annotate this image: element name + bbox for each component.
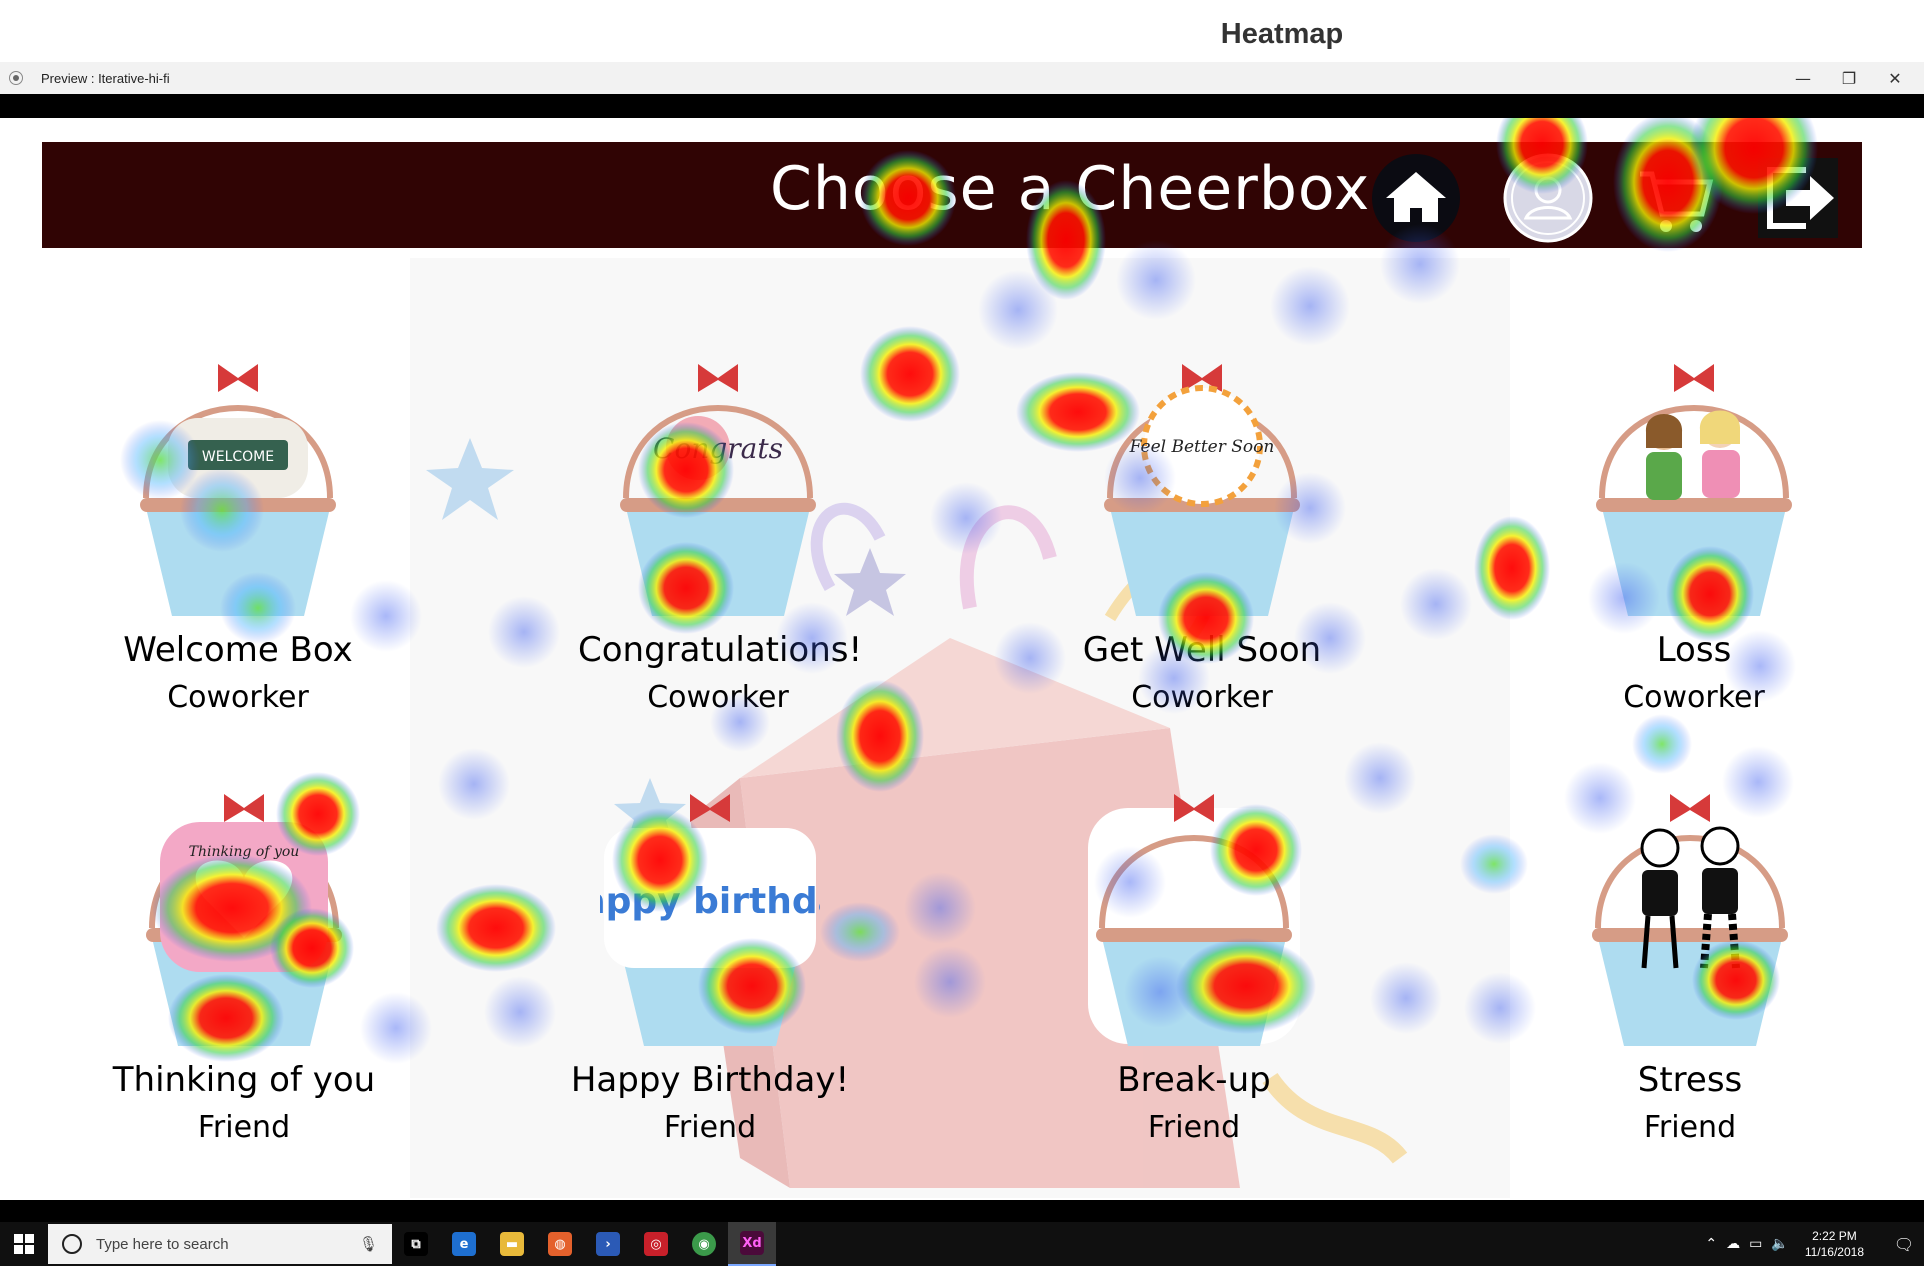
card-title: Loss xyxy=(1656,630,1732,670)
profile-button[interactable] xyxy=(1502,152,1594,244)
card-subtitle: Coworker xyxy=(1623,680,1765,715)
card-welcome-box[interactable]: WELCOME Welcome Box Coworker xyxy=(98,348,378,715)
app-red-icon: ◎ xyxy=(644,1232,668,1256)
onedrive-icon[interactable]: ☁ xyxy=(1726,1236,1740,1252)
badge-text: Congrats xyxy=(653,432,783,465)
card-title: Break-up xyxy=(1117,1060,1271,1100)
card-title: Happy Birthday! xyxy=(570,1060,850,1100)
volume-icon[interactable]: 🔈 xyxy=(1771,1236,1788,1252)
badge-text: Feel Better Soon xyxy=(1129,437,1275,457)
system-tray: ⌃ ☁ ▭ 🔈 2:22 PM 11/16/2018 🗨 xyxy=(1705,1222,1924,1266)
card-subtitle: Coworker xyxy=(1131,680,1273,715)
taskbar-app-edge[interactable]: e xyxy=(440,1222,488,1266)
start-button[interactable] xyxy=(0,1222,48,1266)
card-subtitle: Friend xyxy=(663,1110,757,1145)
basket-image xyxy=(1580,778,1800,1048)
taskbar-app-powershell[interactable]: › xyxy=(584,1222,632,1266)
taskbar-app-orange[interactable]: ◍ xyxy=(536,1222,584,1266)
clock-time: 2:22 PM xyxy=(1812,1229,1857,1243)
home-button[interactable] xyxy=(1370,152,1462,244)
card-happy-birthday[interactable]: happy birthday Happy Birthday! Friend xyxy=(556,778,864,1145)
windows-taskbar: Type here to search 🎙 ⧉ e ▬ ◍ › ◎ ◉ Xd ⌃ xyxy=(0,1200,1924,1266)
page-title: Choose a Cheerbox xyxy=(770,154,1371,224)
card-loss[interactable]: Loss Coworker xyxy=(1554,348,1834,715)
clock-date: 11/16/2018 xyxy=(1804,1245,1864,1259)
card-subtitle: Friend xyxy=(1643,1110,1737,1145)
card-title: Welcome Box xyxy=(123,630,353,670)
basket-image: WELCOME xyxy=(128,348,348,618)
heatmap-title: Heatmap xyxy=(1220,18,1344,50)
logout-icon xyxy=(1758,158,1838,238)
card-subtitle: Coworker xyxy=(167,680,309,715)
card-thinking-of-you[interactable]: Thinking of you Thinking of you Friend xyxy=(104,778,384,1145)
app-canvas: Choose a Cheerbox WELCOME Welcome Box Co… xyxy=(0,118,1924,1200)
badge-text: WELCOME xyxy=(202,449,274,465)
card-subtitle: Friend xyxy=(197,1110,291,1145)
app-header: Choose a Cheerbox xyxy=(42,142,1862,248)
window-top-bar xyxy=(0,94,1924,118)
card-subtitle: Friend xyxy=(1147,1110,1241,1145)
window-title: Preview : Iterative-hi-fi xyxy=(41,70,170,86)
basket-image: Feel Better Soon xyxy=(1092,348,1312,618)
basket-image xyxy=(1084,778,1304,1048)
card-congratulations[interactable]: Congrats Congratulations! Coworker xyxy=(578,348,863,715)
taskbar-app-adobe-xd[interactable]: Xd xyxy=(728,1222,776,1266)
card-stress[interactable]: Stress Friend xyxy=(1550,778,1830,1145)
taskbar-app-chrome[interactable]: ◉ xyxy=(680,1222,728,1266)
powershell-icon: › xyxy=(596,1232,620,1256)
window-titlebar: Preview : Iterative-hi-fi — ❐ ✕ xyxy=(0,62,1924,94)
folder-icon: ▬ xyxy=(500,1232,524,1256)
cortana-icon xyxy=(62,1234,82,1254)
close-button[interactable]: ✕ xyxy=(1872,62,1918,94)
basket-image: happy birthday xyxy=(556,778,864,1048)
app-icon xyxy=(9,71,23,85)
taskbar-app-file-explorer[interactable]: ▬ xyxy=(488,1222,536,1266)
basket-image: Congrats xyxy=(608,348,828,618)
cart-button[interactable] xyxy=(1630,152,1722,244)
card-subtitle: Coworker xyxy=(647,680,789,715)
app-orange-icon: ◍ xyxy=(548,1232,572,1256)
taskbar-search-box[interactable]: Type here to search 🎙 xyxy=(48,1224,392,1264)
microphone-icon[interactable]: 🎙 xyxy=(359,1235,378,1253)
edge-icon: e xyxy=(452,1232,476,1256)
card-title: Thinking of you xyxy=(112,1060,376,1100)
taskbar-clock[interactable]: 2:22 PM 11/16/2018 xyxy=(1805,1228,1864,1260)
chevron-up-icon[interactable]: ⌃ xyxy=(1705,1236,1717,1252)
chrome-icon: ◉ xyxy=(692,1232,716,1256)
badge-text: Thinking of you xyxy=(189,844,300,860)
cart-icon xyxy=(1640,171,1714,232)
search-placeholder: Type here to search xyxy=(96,1235,229,1253)
network-icon[interactable]: ▭ xyxy=(1749,1236,1762,1252)
card-get-well-soon[interactable]: Feel Better Soon Get Well Soon Coworker xyxy=(1062,348,1342,715)
home-icon xyxy=(1372,154,1460,242)
basket-image: Thinking of you xyxy=(134,778,354,1048)
card-break-up[interactable]: Break-up Friend xyxy=(1054,778,1334,1145)
logout-button[interactable] xyxy=(1752,152,1844,244)
badge-text: happy birthday xyxy=(600,881,820,922)
card-title: Get Well Soon xyxy=(1082,630,1322,670)
task-view-icon: ⧉ xyxy=(404,1232,428,1256)
windows-logo-icon xyxy=(14,1234,34,1254)
restore-button[interactable]: ❐ xyxy=(1826,62,1872,94)
card-title: Congratulations! xyxy=(578,630,863,670)
minimize-button[interactable]: — xyxy=(1780,62,1826,94)
taskbar-app-red[interactable]: ◎ xyxy=(632,1222,680,1266)
notification-center-icon[interactable]: 🗨 xyxy=(1884,1222,1924,1266)
user-icon xyxy=(1503,153,1593,243)
taskbar-app-task-view[interactable]: ⧉ xyxy=(392,1222,440,1266)
card-title: Stress xyxy=(1637,1060,1743,1100)
adobe-xd-icon: Xd xyxy=(740,1231,764,1255)
basket-image xyxy=(1584,348,1804,618)
